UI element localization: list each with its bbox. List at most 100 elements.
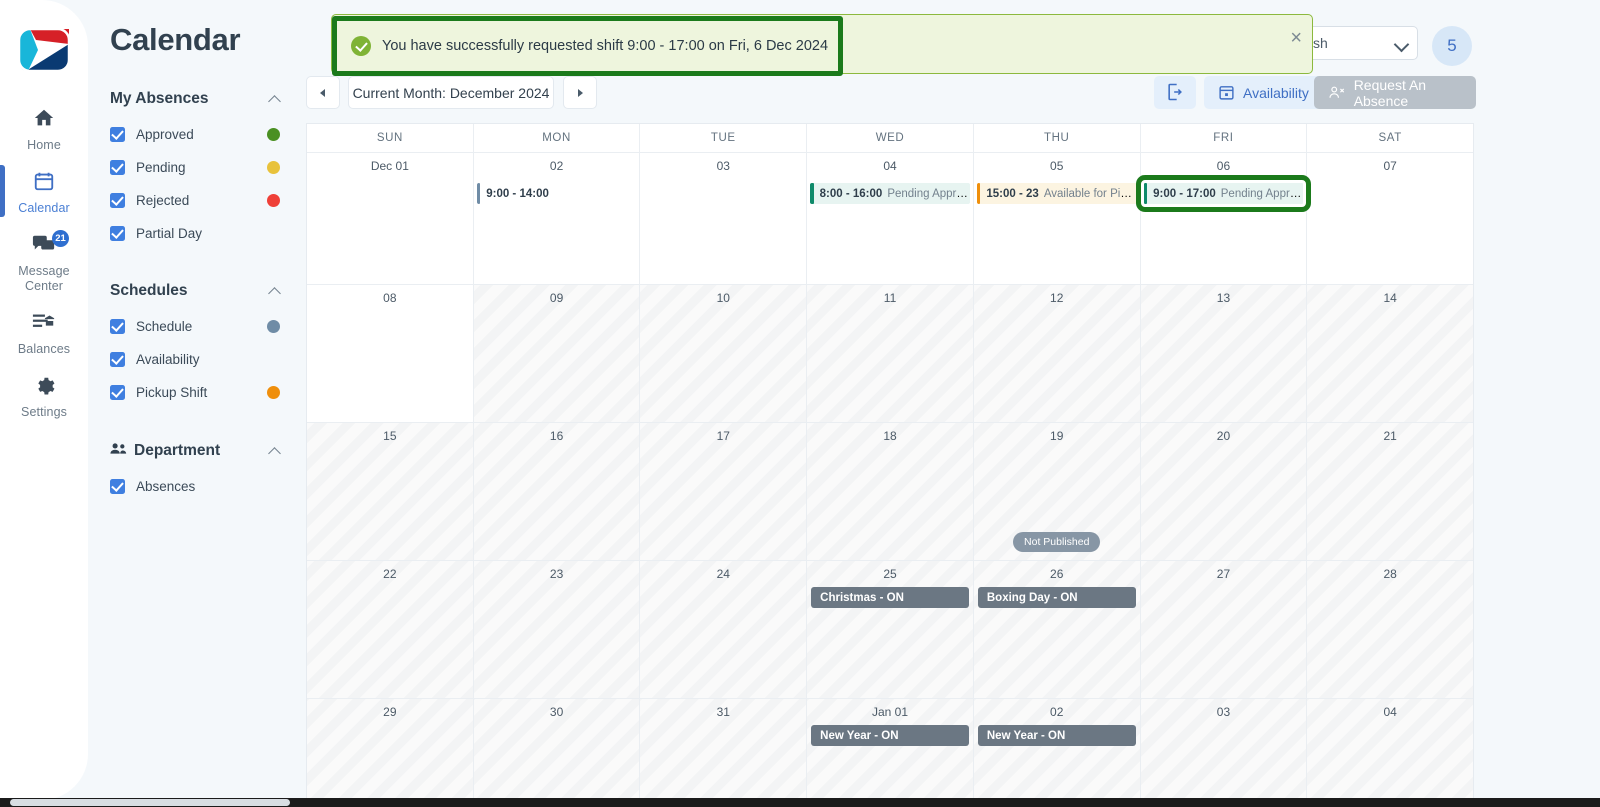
calendar-day-cell[interactable]: 14: [1307, 285, 1474, 422]
export-document-icon: [1168, 83, 1182, 101]
calendar-day-cell[interactable]: 19 Not Published: [973, 423, 1141, 560]
close-icon[interactable]: ×: [1290, 28, 1302, 48]
calendar-day-cell[interactable]: 30: [473, 699, 641, 807]
export-button[interactable]: [1154, 76, 1196, 109]
checkbox[interactable]: [110, 225, 125, 241]
sidebar-item-message-center[interactable]: 21 Message Center: [0, 224, 88, 302]
calendar-day-cell[interactable]: 04 8:00 - 16:00 Pending Approval: [807, 153, 974, 284]
shift-event[interactable]: 9:00 - 17:00 Pending Approval: [1135, 175, 1312, 212]
holiday-pill[interactable]: Christmas - ON: [811, 587, 969, 608]
calendar-day-cell[interactable]: 18: [807, 423, 974, 560]
day-number: 21: [1383, 429, 1397, 443]
checkbox[interactable]: [110, 192, 125, 208]
calendar-day-cell[interactable]: Dec 01: [307, 153, 474, 284]
calendar-day-cell[interactable]: 02 9:00 - 14:00: [474, 153, 641, 284]
calendar-day-cell[interactable]: 04: [1307, 699, 1474, 807]
request-absence-label: Request An Absence: [1353, 76, 1427, 109]
shift-event[interactable]: 15:00 - 23 Available for Pickup: [976, 183, 1137, 204]
availability-button[interactable]: Availability: [1204, 76, 1323, 109]
calendar-day-cell[interactable]: 06 9:00 - 17:00 Pending Approval: [1135, 153, 1312, 284]
chevron-down-icon[interactable]: [1395, 37, 1407, 49]
group-header-schedules[interactable]: Schedules: [110, 278, 282, 304]
calendar-day-cell[interactable]: 02 New Year - ON: [973, 699, 1141, 807]
success-notification: You have successfully requested shift 9:…: [331, 14, 1313, 76]
filter-label: Schedule: [136, 318, 193, 334]
shift-event[interactable]: 8:00 - 16:00 Pending Approval: [810, 183, 970, 204]
calendar-day-cell[interactable]: 08: [307, 285, 474, 422]
calendar-day-cell[interactable]: 10: [640, 285, 808, 422]
language-select[interactable]: sh: [1300, 26, 1418, 60]
calendar-day-cell[interactable]: 13: [1140, 285, 1308, 422]
day-number: 17: [716, 429, 730, 443]
day-number: 06: [1216, 159, 1231, 173]
calendar-day-cell[interactable]: 16: [473, 423, 641, 560]
calendar-day-cell[interactable]: 12: [973, 285, 1141, 422]
sidebar-item-calendar[interactable]: Calendar: [0, 161, 88, 224]
holiday-pill[interactable]: New Year - ON: [977, 725, 1136, 746]
day-number: 04: [1383, 705, 1397, 719]
calendar-day-cell[interactable]: 27: [1140, 561, 1308, 698]
checkbox[interactable]: [110, 384, 125, 400]
checkbox[interactable]: [110, 126, 125, 142]
calendar-day-cell[interactable]: 25 Christmas - ON: [807, 561, 974, 698]
calendar-day-cell[interactable]: 20: [1140, 423, 1308, 560]
horizontal-scrollbar[interactable]: [0, 798, 1600, 807]
day-number: 08: [383, 291, 397, 305]
group-header-department[interactable]: Department: [110, 438, 282, 464]
chevron-up-icon[interactable]: [268, 444, 282, 458]
calendar-day-cell[interactable]: 21: [1307, 423, 1474, 560]
holiday-pill[interactable]: Boxing Day - ON: [977, 587, 1136, 608]
calendar-day-cell[interactable]: 26 Boxing Day - ON: [973, 561, 1141, 698]
calendar-day-cell[interactable]: 09: [473, 285, 641, 422]
checkbox[interactable]: [110, 159, 125, 175]
filter-dept-absences[interactable]: Absences: [110, 475, 282, 497]
message-count-badge: 21: [52, 230, 69, 247]
calendar-day-cell[interactable]: 05 15:00 - 23 Available for Pickup: [974, 153, 1141, 284]
day-number: 16: [549, 429, 564, 443]
day-number: Dec 01: [370, 159, 409, 173]
chevron-up-icon[interactable]: [268, 92, 282, 106]
next-month-button[interactable]: [563, 76, 597, 109]
calendar-day-cell[interactable]: 24: [640, 561, 808, 698]
calendar-day-cell[interactable]: 15: [307, 423, 474, 560]
calendar-day-cell[interactable]: 31: [640, 699, 808, 807]
logo-mark-icon: [17, 27, 71, 73]
current-month-label[interactable]: Current Month: December 2024: [348, 76, 554, 109]
filter-availability[interactable]: Availability: [110, 348, 282, 370]
filter-pending[interactable]: Pending: [110, 156, 282, 178]
calendar-day-cell[interactable]: 03: [1140, 699, 1308, 807]
calendar-day-cell[interactable]: 03: [640, 153, 808, 284]
sidebar-item-balances[interactable]: Balances: [0, 302, 88, 365]
filter-partial-day[interactable]: Partial Day: [110, 222, 282, 244]
chevron-up-icon[interactable]: [268, 284, 282, 298]
calendar-day-cell[interactable]: Jan 01 New Year - ON: [807, 699, 974, 807]
previous-month-button[interactable]: [306, 76, 340, 109]
calendar-day-cell[interactable]: 17: [640, 423, 808, 560]
avatar[interactable]: 5: [1432, 26, 1472, 66]
filter-schedule[interactable]: Schedule: [110, 315, 282, 337]
sidebar-item-home[interactable]: Home: [0, 98, 88, 161]
request-absence-button[interactable]: Request An Absence: [1314, 76, 1476, 109]
scrollbar-thumb[interactable]: [10, 799, 290, 806]
calendar-day-cell[interactable]: 22: [307, 561, 474, 698]
day-number: 03: [1216, 705, 1231, 719]
group-header-my-absences[interactable]: My Absences: [110, 86, 282, 112]
filter-label: Rejected: [136, 192, 190, 208]
calendar-day-cell[interactable]: 29: [307, 699, 474, 807]
shift-event[interactable]: 9:00 - 14:00: [476, 183, 637, 204]
calendar-day-cell[interactable]: 28: [1307, 561, 1474, 698]
sidebar-item-settings[interactable]: Settings: [0, 365, 88, 428]
calendar-day-cell[interactable]: 23: [473, 561, 641, 698]
dow-sun: SUN: [307, 124, 474, 152]
filter-rejected[interactable]: Rejected: [110, 189, 282, 211]
calendar-day-cell[interactable]: 11: [807, 285, 974, 422]
calendar-day-cell[interactable]: 07: [1307, 153, 1473, 284]
filter-pickup-shift[interactable]: Pickup Shift: [110, 381, 282, 403]
checkbox[interactable]: [110, 478, 125, 494]
checkbox[interactable]: [110, 351, 125, 367]
filter-approved[interactable]: Approved: [110, 123, 282, 145]
nav-label: Calendar: [18, 201, 70, 215]
event-time: 9:00 - 14:00: [486, 187, 549, 200]
checkbox[interactable]: [110, 318, 125, 334]
holiday-pill[interactable]: New Year - ON: [811, 725, 969, 746]
